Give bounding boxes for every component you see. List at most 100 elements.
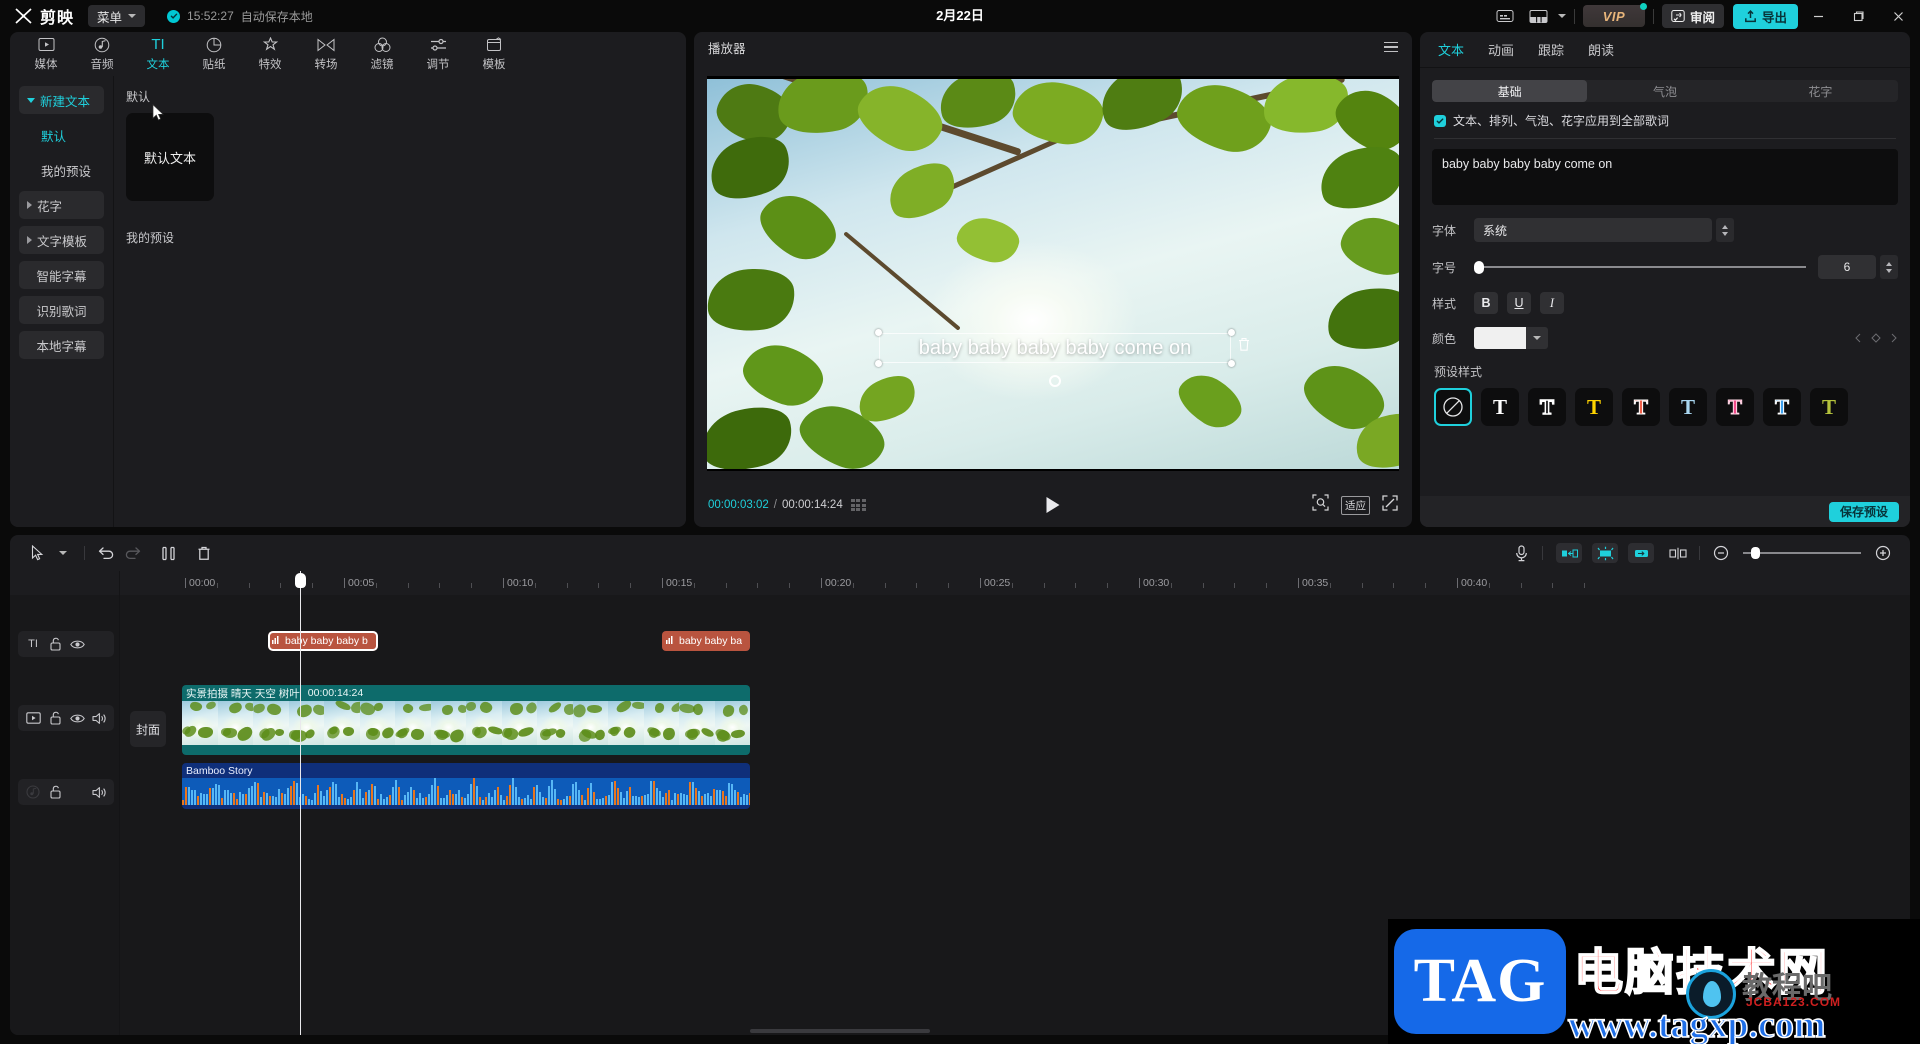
fullscreen-icon[interactable] [1382,494,1398,516]
text-clip-selected[interactable]: baby baby baby b [268,631,378,651]
sidebar-item-local-subtitle[interactable]: 本地字幕 [19,331,104,359]
microphone-icon[interactable] [1508,540,1534,566]
preview-stage[interactable]: baby baby baby baby come on [707,76,1399,471]
minimize-button[interactable] [1798,0,1838,32]
default-text-card[interactable]: 默认文本 [126,113,214,201]
eye-icon[interactable] [68,709,86,727]
zoom-in-icon[interactable] [1870,540,1896,566]
size-slider[interactable] [1474,255,1806,279]
review-button[interactable]: 审阅 [1661,4,1724,28]
slider-knob[interactable] [1751,547,1760,559]
tab-text[interactable]: TI 文本 [130,32,186,76]
preset-pink[interactable]: T [1716,388,1754,426]
playhead-knob[interactable] [295,573,306,588]
eye-icon[interactable] [68,635,86,653]
playhead-ruler[interactable] [295,571,306,595]
preset-red-outline[interactable]: T [1622,388,1660,426]
slider-knob[interactable] [1474,260,1484,274]
caption-overlay[interactable]: baby baby baby baby come on [875,328,1249,387]
underline-button[interactable]: U [1507,292,1531,314]
captions-icon[interactable] [1488,0,1522,32]
sidebar-item-text-templates[interactable]: 文字模板 [19,226,104,254]
sidebar-item-new-text[interactable]: 新建文本 [19,86,104,114]
select-tool-icon[interactable] [24,540,50,566]
cover-button[interactable]: 封面 [130,711,166,747]
text-content-input[interactable]: baby baby baby baby come on [1432,149,1898,205]
tool-chevron-down-icon[interactable] [50,540,76,566]
speaker-icon[interactable] [90,709,108,727]
preset-white[interactable]: T [1481,388,1519,426]
delete-caption-icon[interactable] [1237,337,1253,353]
rotate-handle-icon[interactable] [1049,374,1061,387]
sidebar-item-smart-subtitle[interactable]: 智能字幕 [19,261,104,289]
tab-tracking[interactable]: 跟踪 [1538,40,1564,59]
audio-clip[interactable]: Bamboo Story [182,763,750,809]
tab-audio[interactable]: 音频 [74,32,130,76]
keyframe-prev-icon[interactable] [1556,543,1582,563]
redo-icon[interactable] [119,540,145,566]
bold-button[interactable]: B [1474,292,1498,314]
undo-icon[interactable] [93,540,119,566]
mirror-split-icon[interactable] [1665,540,1691,566]
preset-blue[interactable]: T [1763,388,1801,426]
grid-icon[interactable] [850,499,866,511]
resize-handle-tr[interactable] [1228,328,1235,336]
unlock-icon[interactable] [46,709,64,727]
sidebar-item-my-presets[interactable]: 我的预设 [19,156,104,184]
size-value[interactable]: 6 [1818,255,1876,279]
tab-filter[interactable]: 滤镜 [354,32,410,76]
horizontal-scrollbar[interactable] [750,1029,930,1033]
tab-animation[interactable]: 动画 [1488,40,1514,59]
close-button[interactable] [1878,0,1918,32]
preset-lightblue[interactable]: T [1669,388,1707,426]
play-button[interactable] [1046,497,1060,513]
resize-handle-bl[interactable] [875,359,882,367]
sidebar-item-fancy-text[interactable]: 花字 [19,191,104,219]
segment-fancy[interactable]: 花字 [1743,80,1898,102]
split-icon[interactable] [155,540,181,566]
font-stepper[interactable] [1716,218,1734,242]
unlock-icon[interactable] [46,783,64,801]
segment-bubble[interactable]: 气泡 [1587,80,1742,102]
preset-outline[interactable]: T [1528,388,1566,426]
delete-icon[interactable] [191,540,217,566]
export-button[interactable]: 导出 [1732,3,1798,29]
keyframe-next-icon[interactable] [1628,543,1654,563]
preset-yellow[interactable]: T [1575,388,1613,426]
vip-badge[interactable]: VIP [1582,3,1647,27]
zoom-preview-icon[interactable] [1312,494,1329,516]
segment-basic[interactable]: 基础 [1432,80,1588,102]
sidebar-item-default[interactable]: 默认 [19,121,104,149]
hamburger-icon[interactable] [1384,41,1398,53]
resize-handle-tl[interactable] [875,328,882,336]
fit-button[interactable]: 适应 [1341,495,1370,515]
apply-all-checkbox[interactable] [1434,114,1446,127]
zoom-out-icon[interactable] [1708,540,1734,566]
tab-media[interactable]: 媒体 [18,32,74,76]
tab-readaloud[interactable]: 朗读 [1588,40,1614,59]
preset-olive[interactable]: T [1810,388,1848,426]
tab-effects[interactable]: 特效 [242,32,298,76]
keyframe-icon[interactable] [1592,543,1618,563]
playhead[interactable] [300,595,301,1035]
resize-handle-br[interactable] [1228,359,1235,367]
layout-icon[interactable] [1522,0,1556,32]
tab-template[interactable]: 模板 [466,32,522,76]
color-chevron-down-icon[interactable] [1526,327,1548,349]
menu-button[interactable]: 菜单 [88,5,146,27]
tab-adjust[interactable]: 调节 [410,32,466,76]
size-stepper[interactable] [1880,255,1898,279]
font-select[interactable]: 系统 [1474,218,1712,242]
tab-text-props[interactable]: 文本 [1438,40,1464,59]
tab-sticker[interactable]: 贴纸 [186,32,242,76]
italic-button[interactable]: I [1540,292,1564,314]
keyframe-controls[interactable] [1854,332,1898,344]
speaker-icon[interactable] [90,783,108,801]
text-clip-2[interactable]: baby baby ba [662,631,750,651]
unlock-icon[interactable] [46,635,64,653]
layout-chevron-down-icon[interactable] [1557,14,1566,18]
tab-transition[interactable]: 转场 [298,32,354,76]
maximize-button[interactable] [1838,0,1878,32]
sidebar-item-recognize-lyrics[interactable]: 识别歌词 [19,296,104,324]
timeline-zoom-slider[interactable] [1743,543,1861,563]
